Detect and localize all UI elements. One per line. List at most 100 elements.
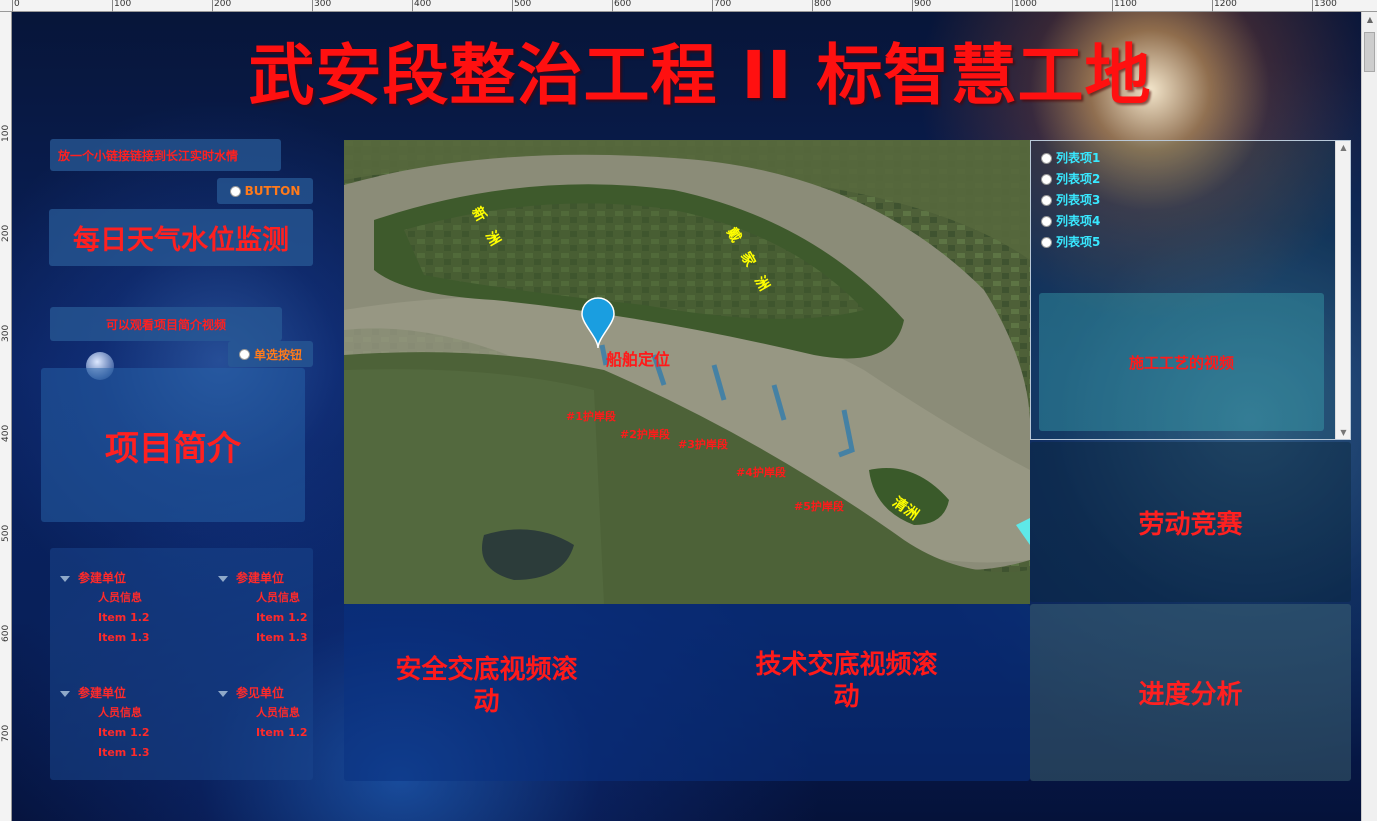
ruler-tick: 900: [911, 0, 932, 12]
list-item[interactable]: 列表项2: [1031, 169, 1350, 190]
site-label[interactable]: #4护岸段: [736, 464, 786, 480]
ruler-tick: 400: [411, 0, 432, 12]
list-scrollbar[interactable]: ▲ ▼: [1335, 141, 1350, 439]
tree-group[interactable]: 参建单位 人员信息 Item 1.2 Item 1.3: [60, 683, 150, 763]
ruler-tick: 1200: [1212, 0, 1237, 12]
list: 列表项1 列表项2 列表项3 列表项4 列表项5: [1031, 141, 1350, 253]
list-item[interactable]: 列表项4: [1031, 211, 1350, 232]
site-label[interactable]: #3护岸段: [678, 436, 728, 452]
expand-icon[interactable]: [60, 575, 70, 582]
tree-group[interactable]: 参建单位 人员信息 Item 1.2 Item 1.3: [218, 568, 308, 648]
tree-item[interactable]: Item 1.2: [60, 723, 150, 743]
tree-item[interactable]: 人员信息: [218, 703, 308, 723]
scroll-down-icon[interactable]: ▼: [1336, 428, 1351, 437]
safety-video-scroll[interactable]: 安全交底视频滚动: [384, 654, 589, 718]
page-title: 武安段整治工程 II 标智慧工地: [248, 37, 1152, 114]
ruler-tick: 100: [1, 124, 11, 142]
video-scroll-panel: 安全交底视频滚动 技术交底视频滚动: [344, 604, 1030, 781]
ruler-top: 0 100 200 300 400 500 600 700 800 900 10…: [0, 0, 1377, 12]
tree-node-label: 参建单位: [78, 686, 127, 700]
scroll-thumb[interactable]: [1364, 32, 1375, 72]
tree-item[interactable]: 人员信息: [60, 703, 150, 723]
progress-analysis-panel[interactable]: 进度分析: [1030, 604, 1351, 781]
list-box[interactable]: 列表项1 列表项2 列表项3 列表项4 列表项5 施工工艺的视频 ▲ ▼: [1030, 140, 1351, 440]
tree-item[interactable]: Item 1.2: [60, 608, 150, 628]
ruler-tick: 1000: [1012, 0, 1037, 12]
process-video-panel[interactable]: 施工工艺的视频: [1039, 293, 1324, 431]
tree-item[interactable]: 人员信息: [218, 588, 308, 608]
scroll-up-icon[interactable]: ▲: [1362, 12, 1377, 28]
unit-tree-panel: 参建单位 人员信息 Item 1.2 Item 1.3 参建单位 人员信息 It…: [50, 548, 313, 780]
ruler-tick: 800: [811, 0, 832, 12]
radio-icon[interactable]: [238, 348, 250, 360]
list-item[interactable]: 列表项5: [1031, 232, 1350, 253]
tech-video-scroll[interactable]: 技术交底视频滚动: [744, 649, 949, 713]
tree-item[interactable]: Item 1.3: [60, 628, 150, 648]
radio-icon[interactable]: [1041, 153, 1052, 164]
radio-icon[interactable]: [1041, 216, 1052, 227]
tree-item[interactable]: Item 1.3: [60, 743, 150, 763]
ruler-tick: 400: [1, 424, 11, 442]
list-item-label: 列表项3: [1056, 193, 1101, 207]
ruler-tick: 700: [1, 724, 11, 742]
list-item-label: 列表项5: [1056, 235, 1101, 249]
expand-icon[interactable]: [218, 690, 228, 697]
expand-icon[interactable]: [60, 690, 70, 697]
tree-item[interactable]: 人员信息: [60, 588, 150, 608]
tree-item[interactable]: Item 1.2: [218, 723, 308, 743]
radio-label: 单选按钮: [253, 347, 302, 362]
radio-icon[interactable]: [1041, 237, 1052, 248]
radio-icon[interactable]: [229, 185, 241, 197]
water-link-button[interactable]: 放一个小链接链接到长江实时水情: [50, 139, 281, 171]
ruler-tick: 1300: [1312, 0, 1337, 12]
tree-group[interactable]: 参建单位 人员信息 Item 1.2 Item 1.3: [60, 568, 150, 648]
ruler-tick: 0: [12, 0, 20, 12]
intro-video-button[interactable]: 可以观看项目简介视频: [50, 307, 282, 341]
list-item[interactable]: 列表项1: [1031, 148, 1350, 169]
ship-position-label: 船舶定位: [606, 350, 671, 369]
ruler-tick: 600: [1, 624, 11, 642]
expand-icon[interactable]: [218, 575, 228, 582]
radio-button-widget[interactable]: BUTTON: [217, 178, 313, 204]
tree-node[interactable]: 参见单位: [218, 683, 308, 703]
site-label[interactable]: #1护岸段: [566, 408, 616, 424]
page-scrollbar[interactable]: ▲: [1361, 12, 1377, 821]
ruler-left: 100 200 300 400 500 600 700: [0, 12, 12, 821]
tree-item[interactable]: Item 1.3: [218, 628, 308, 648]
ruler-tick: 200: [211, 0, 232, 12]
satellite-map[interactable]: 船舶定位 新洲 戴家洲 清洲 #1护岸段 #2护岸段 #3护岸段 #4护岸段 #…: [344, 140, 1030, 604]
weather-water-panel[interactable]: 每日天气水位监测: [49, 209, 313, 266]
radio-icon[interactable]: [1041, 195, 1052, 206]
tree-node[interactable]: 参建单位: [60, 683, 150, 703]
ruler-tick: 300: [1, 324, 11, 342]
site-label[interactable]: #5护岸段: [794, 498, 844, 514]
list-item-label: 列表项2: [1056, 172, 1101, 186]
ruler-tick: 1100: [1112, 0, 1137, 12]
dashboard-canvas: 0 100 200 300 400 500 600 700 800 900 10…: [0, 0, 1377, 821]
radio-icon[interactable]: [1041, 174, 1052, 185]
ruler-tick: 700: [711, 0, 732, 12]
tree-node-label: 参见单位: [236, 686, 285, 700]
scroll-up-icon[interactable]: ▲: [1336, 143, 1351, 152]
ruler-tick: 300: [311, 0, 332, 12]
site-label[interactable]: #2护岸段: [620, 426, 670, 442]
list-item-label: 列表项1: [1056, 151, 1101, 165]
ruler-tick: 500: [1, 524, 11, 542]
labor-competition-panel[interactable]: 劳动竞赛: [1030, 442, 1351, 602]
list-item-label: 列表项4: [1056, 214, 1101, 228]
ruler-tick: 500: [511, 0, 532, 12]
tree-item[interactable]: Item 1.2: [218, 608, 308, 628]
list-item[interactable]: 列表项3: [1031, 190, 1350, 211]
tree-node[interactable]: 参建单位: [60, 568, 150, 588]
map-image: [344, 140, 1030, 604]
radio-option[interactable]: 单选按钮: [228, 341, 313, 367]
project-intro-panel[interactable]: 项目简介: [41, 368, 305, 522]
ruler-tick: 100: [111, 0, 132, 12]
button-label: BUTTON: [244, 184, 301, 198]
tree-node[interactable]: 参建单位: [218, 568, 308, 588]
tree-node-label: 参建单位: [236, 571, 285, 585]
tree-node-label: 参建单位: [78, 571, 127, 585]
ruler-tick: 200: [1, 224, 11, 242]
tree-group[interactable]: 参见单位 人员信息 Item 1.2: [218, 683, 308, 743]
ruler-tick: 600: [611, 0, 632, 12]
